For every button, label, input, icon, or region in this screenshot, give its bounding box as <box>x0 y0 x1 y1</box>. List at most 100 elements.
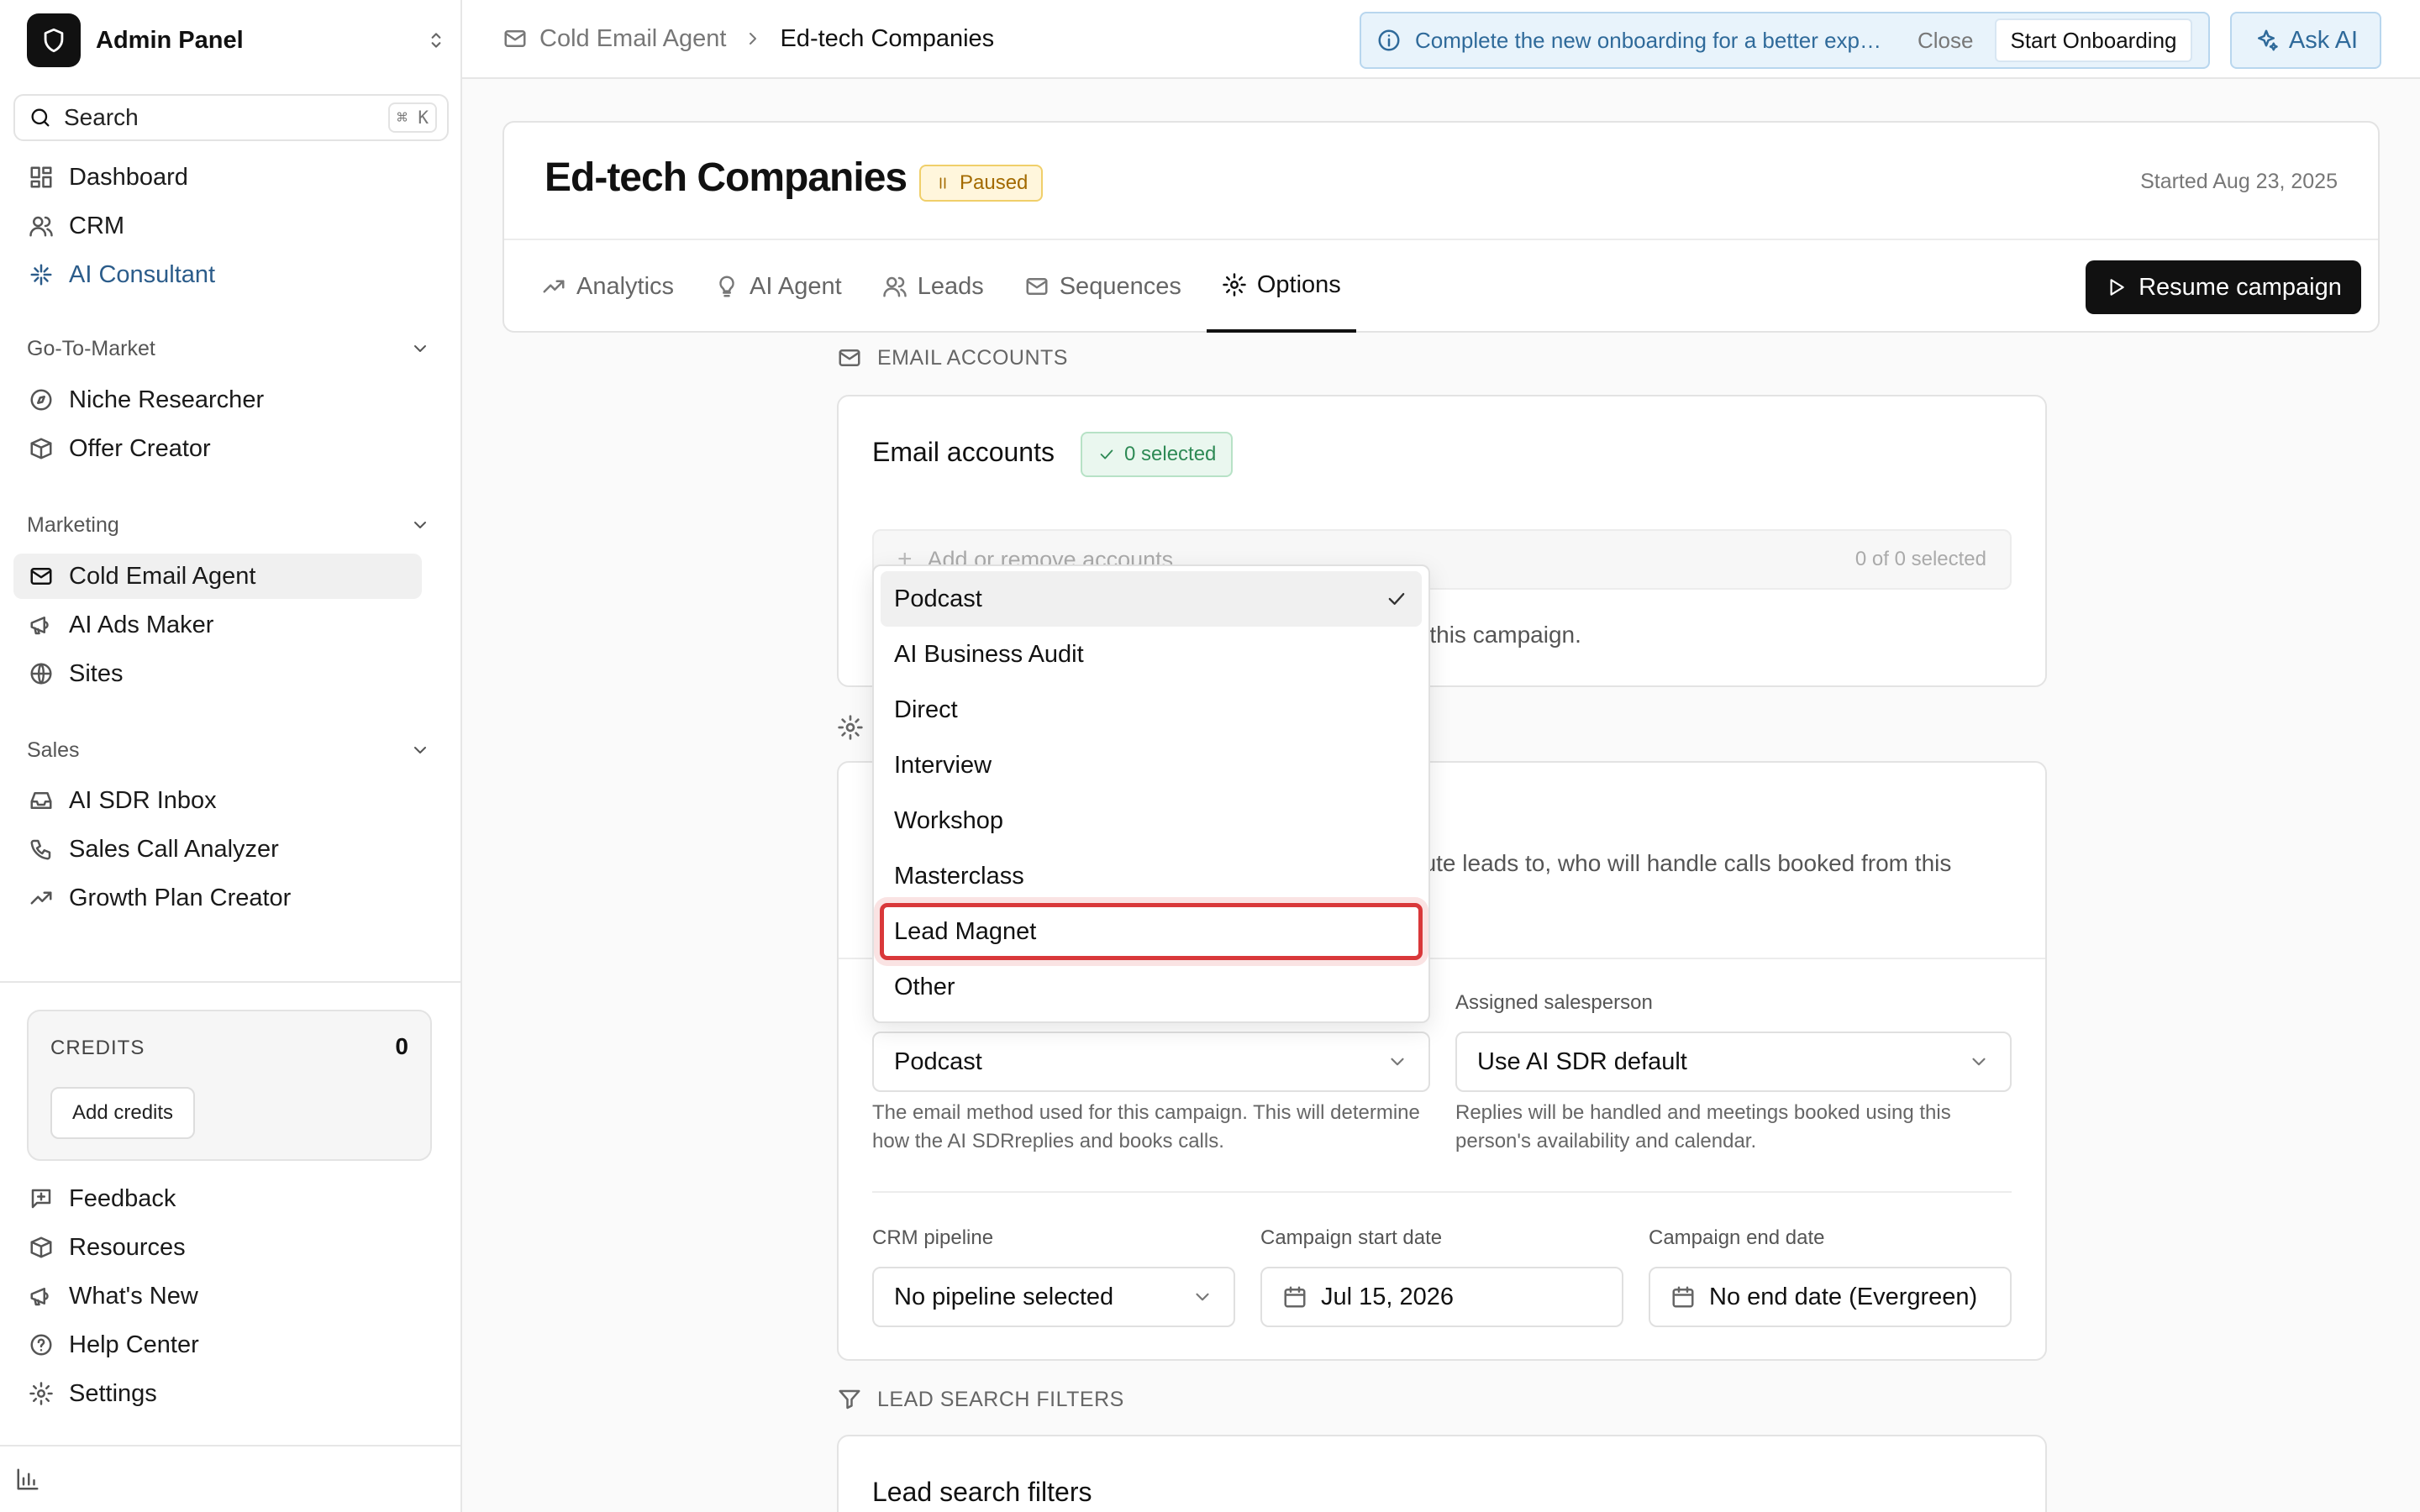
phone-icon <box>30 839 51 860</box>
sidebar-item-label: AI Consultant <box>69 260 216 288</box>
tab-leads[interactable]: Leads <box>867 240 999 333</box>
dropdown-option-other[interactable]: Other <box>881 959 1422 1015</box>
sidebar-search[interactable]: Search ⌘ K <box>13 94 449 141</box>
mail-icon <box>1026 278 1048 295</box>
dropdown-option-interview[interactable]: Interview <box>881 738 1422 793</box>
compass-icon <box>30 389 52 411</box>
section-marketing[interactable]: Marketing <box>27 508 430 542</box>
section-sales[interactable]: Sales <box>27 733 430 767</box>
sidebar-item-sales-call-analyzer[interactable]: Sales Call Analyzer <box>13 827 422 872</box>
add-credits-button[interactable]: Add credits <box>50 1087 196 1139</box>
pause-icon <box>939 177 946 189</box>
sidebar-item-ai-ads-maker[interactable]: AI Ads Maker <box>13 602 422 648</box>
sidebar-item-growth-plan-creator[interactable]: Growth Plan Creator <box>13 875 422 921</box>
page-title: Ed-tech Companies <box>544 155 908 200</box>
credits-card: CREDITS 0 Add credits <box>27 1010 432 1161</box>
sidebar-item-resources[interactable]: Resources <box>13 1225 422 1270</box>
gear-icon <box>838 715 863 740</box>
email-method-select[interactable]: Podcast <box>872 1032 1430 1092</box>
dropdown-option-podcast[interactable]: Podcast <box>881 571 1422 627</box>
sidebar-item-sites[interactable]: Sites <box>13 651 422 696</box>
breadcrumb-current: Ed-tech Companies <box>780 24 995 52</box>
sidebar-item-feedback[interactable]: Feedback <box>13 1176 422 1221</box>
status-badge: Paused <box>919 165 1044 202</box>
sidebar-item-ai-consultant[interactable]: AI Consultant <box>13 252 422 297</box>
search-label: Search <box>64 104 139 130</box>
sidebar-item-dashboard[interactable]: Dashboard <box>13 155 422 200</box>
email-method-help: The email method used for this campaign.… <box>872 1101 1420 1152</box>
feedback-icon <box>31 1189 51 1209</box>
sidebar-item-label: What's New <box>69 1282 198 1310</box>
chevron-down-icon <box>414 522 426 528</box>
resume-campaign-button[interactable]: Resume campaign <box>2086 260 2361 314</box>
end-date-picker[interactable]: No end date (Evergreen) <box>1649 1267 2012 1327</box>
crm-pipeline-select[interactable]: No pipeline selected <box>872 1267 1235 1327</box>
sidebar-item-offer-creator[interactable]: Offer Creator <box>13 426 422 471</box>
sidebar-item-label: Feedback <box>69 1184 176 1212</box>
section-label-text: LEAD SEARCH FILTERS <box>877 1387 1124 1411</box>
salesperson-label: Assigned salesperson <box>1455 991 1653 1014</box>
tab-options[interactable]: Options <box>1206 240 1356 333</box>
tab-sequences[interactable]: Sequences <box>1009 240 1197 333</box>
sidebar-item-crm[interactable]: CRM <box>13 203 422 249</box>
globe-icon <box>30 663 52 685</box>
notice-close-button[interactable]: Close <box>1918 28 1973 54</box>
sidebar-item-label: Settings <box>69 1379 157 1407</box>
end-date-label: Campaign end date <box>1649 1226 1825 1249</box>
breadcrumb-parent[interactable]: Cold Email Agent <box>539 25 726 53</box>
dropdown-option-workshop[interactable]: Workshop <box>881 793 1422 848</box>
chart-icon[interactable] <box>15 1467 40 1492</box>
start-date-label: Campaign start date <box>1260 1226 1443 1249</box>
salesperson-value: Use AI SDR default <box>1477 1047 1687 1075</box>
selected-badge-label: 0 selected <box>1124 443 1217 465</box>
mail-icon <box>839 349 860 366</box>
sidebar-item-label: Dashboard <box>69 163 188 191</box>
tab-label: Options <box>1256 270 1341 298</box>
section-label-lead-filters: LEAD SEARCH FILTERS <box>837 1384 1124 1415</box>
workspace-switcher[interactable]: Admin Panel <box>27 13 447 67</box>
mail-icon <box>504 30 526 47</box>
lightbulb-icon <box>719 276 734 297</box>
sidebar-item-label: AI SDR Inbox <box>69 786 217 814</box>
tab-label: AI Agent <box>750 272 842 300</box>
salesperson-help: Replies will be handled and meetings boo… <box>1455 1101 1951 1152</box>
sidebar-item-help-center[interactable]: Help Center <box>13 1322 422 1368</box>
option-label: Interview <box>894 751 992 779</box>
sparkle-icon <box>30 264 52 286</box>
dropdown-option-direct[interactable]: Direct <box>881 682 1422 738</box>
ask-ai-button[interactable]: Ask AI <box>2230 12 2381 69</box>
help-icon <box>30 1334 52 1356</box>
sidebar-item-niche-researcher[interactable]: Niche Researcher <box>13 377 422 423</box>
start-onboarding-button[interactable]: Start Onboarding <box>1995 18 2192 62</box>
ask-ai-label: Ask AI <box>2288 26 2359 54</box>
end-date-value: No end date (Evergreen) <box>1709 1283 1978 1310</box>
sidebar-item-ai-sdr-inbox[interactable]: AI SDR Inbox <box>13 778 422 823</box>
section-go-to-market[interactable]: Go-To-Market <box>27 332 430 365</box>
salesperson-select[interactable]: Use AI SDR default <box>1455 1032 2012 1092</box>
start-date-picker[interactable]: Jul 15, 2026 <box>1260 1267 1623 1327</box>
calendar-icon <box>1672 1286 1694 1308</box>
check-icon <box>1100 449 1113 459</box>
sidebar-item-label: Growth Plan Creator <box>69 884 292 911</box>
trending-icon <box>543 280 565 293</box>
sidebar-item-cold-email-agent[interactable]: Cold Email Agent <box>13 554 422 599</box>
dropdown-option-ai-business-audit[interactable]: AI Business Audit <box>881 627 1422 682</box>
campaign-tabs: Analytics AI Agent Leads Sequences Optio… <box>526 240 1366 334</box>
sidebar-item-whats-new[interactable]: What's New <box>13 1273 422 1319</box>
tab-analytics[interactable]: Analytics <box>526 240 689 333</box>
sidebar-divider <box>0 981 462 983</box>
dropdown-option-lead-magnet[interactable]: Lead Magnet <box>880 903 1423 960</box>
info-icon <box>1378 29 1400 51</box>
search-shortcut: ⌘ K <box>388 102 437 133</box>
dropdown-option-masterclass[interactable]: Masterclass <box>881 848 1422 904</box>
breadcrumb: Cold Email Agent Ed-tech Companies <box>502 0 994 77</box>
check-icon <box>1388 593 1405 605</box>
sidebar-divider <box>0 1445 462 1446</box>
option-label: Lead Magnet <box>894 917 1037 945</box>
sidebar-item-settings[interactable]: Settings <box>13 1371 422 1416</box>
tab-ai-agent[interactable]: AI Agent <box>699 240 857 333</box>
users-icon <box>29 216 53 237</box>
chevrons-up-down-icon <box>425 29 447 51</box>
section-label-text: EMAIL ACCOUNTS <box>877 345 1068 370</box>
card-title: Email accounts <box>872 437 1055 467</box>
